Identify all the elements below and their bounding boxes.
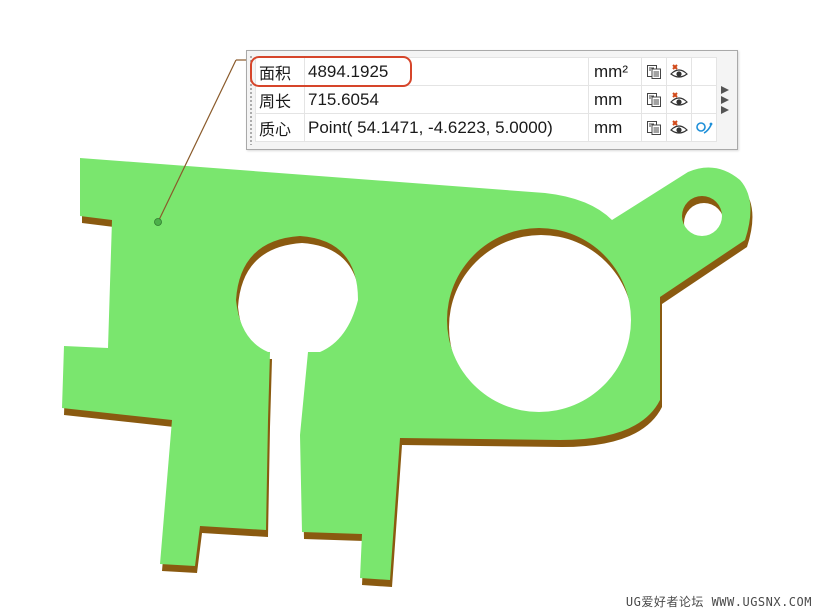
arrow-right-icon[interactable]: [721, 106, 729, 114]
row-label: 质心: [255, 113, 305, 142]
centroid-marker[interactable]: [154, 218, 162, 226]
show-hide-eye-icon[interactable]: [670, 91, 688, 108]
part-face[interactable]: [62, 158, 751, 580]
expression-icon-cell[interactable]: [641, 113, 667, 142]
area-value-highlight: [250, 56, 412, 87]
empty-cell: [691, 57, 717, 86]
measure-row-perimeter: 周长 715.6054 mm: [255, 85, 717, 114]
point-icon-cell[interactable]: [691, 113, 717, 142]
display-icon-cell[interactable]: [666, 57, 692, 86]
expression-icon[interactable]: [646, 64, 662, 80]
centroid-value: Point( 54.1471, -4.6223, 5.0000): [304, 113, 589, 142]
expression-icon[interactable]: [646, 92, 662, 108]
measure-row-centroid: 质心 Point( 54.1471, -4.6223, 5.0000) mm: [255, 113, 717, 142]
part-model[interactable]: [62, 158, 753, 587]
expression-icon-cell[interactable]: [641, 85, 667, 114]
expression-icon[interactable]: [646, 120, 662, 136]
panel-arrows[interactable]: [721, 86, 733, 116]
arrow-right-icon[interactable]: [721, 86, 729, 94]
arrow-right-icon[interactable]: [721, 96, 729, 104]
show-hide-eye-icon[interactable]: [670, 63, 688, 80]
watermark: UG爱好者论坛 WWW.UGSNX.COM: [625, 595, 812, 609]
perimeter-value: 715.6054: [304, 85, 589, 114]
empty-cell: [691, 85, 717, 114]
display-icon-cell[interactable]: [666, 85, 692, 114]
centroid-unit: mm: [588, 113, 642, 142]
create-point-icon[interactable]: [695, 120, 713, 136]
show-hide-eye-icon[interactable]: [670, 119, 688, 136]
expression-icon-cell[interactable]: [641, 57, 667, 86]
display-icon-cell[interactable]: [666, 113, 692, 142]
row-label: 周长: [255, 85, 305, 114]
area-unit: mm²: [588, 57, 642, 86]
perimeter-unit: mm: [588, 85, 642, 114]
